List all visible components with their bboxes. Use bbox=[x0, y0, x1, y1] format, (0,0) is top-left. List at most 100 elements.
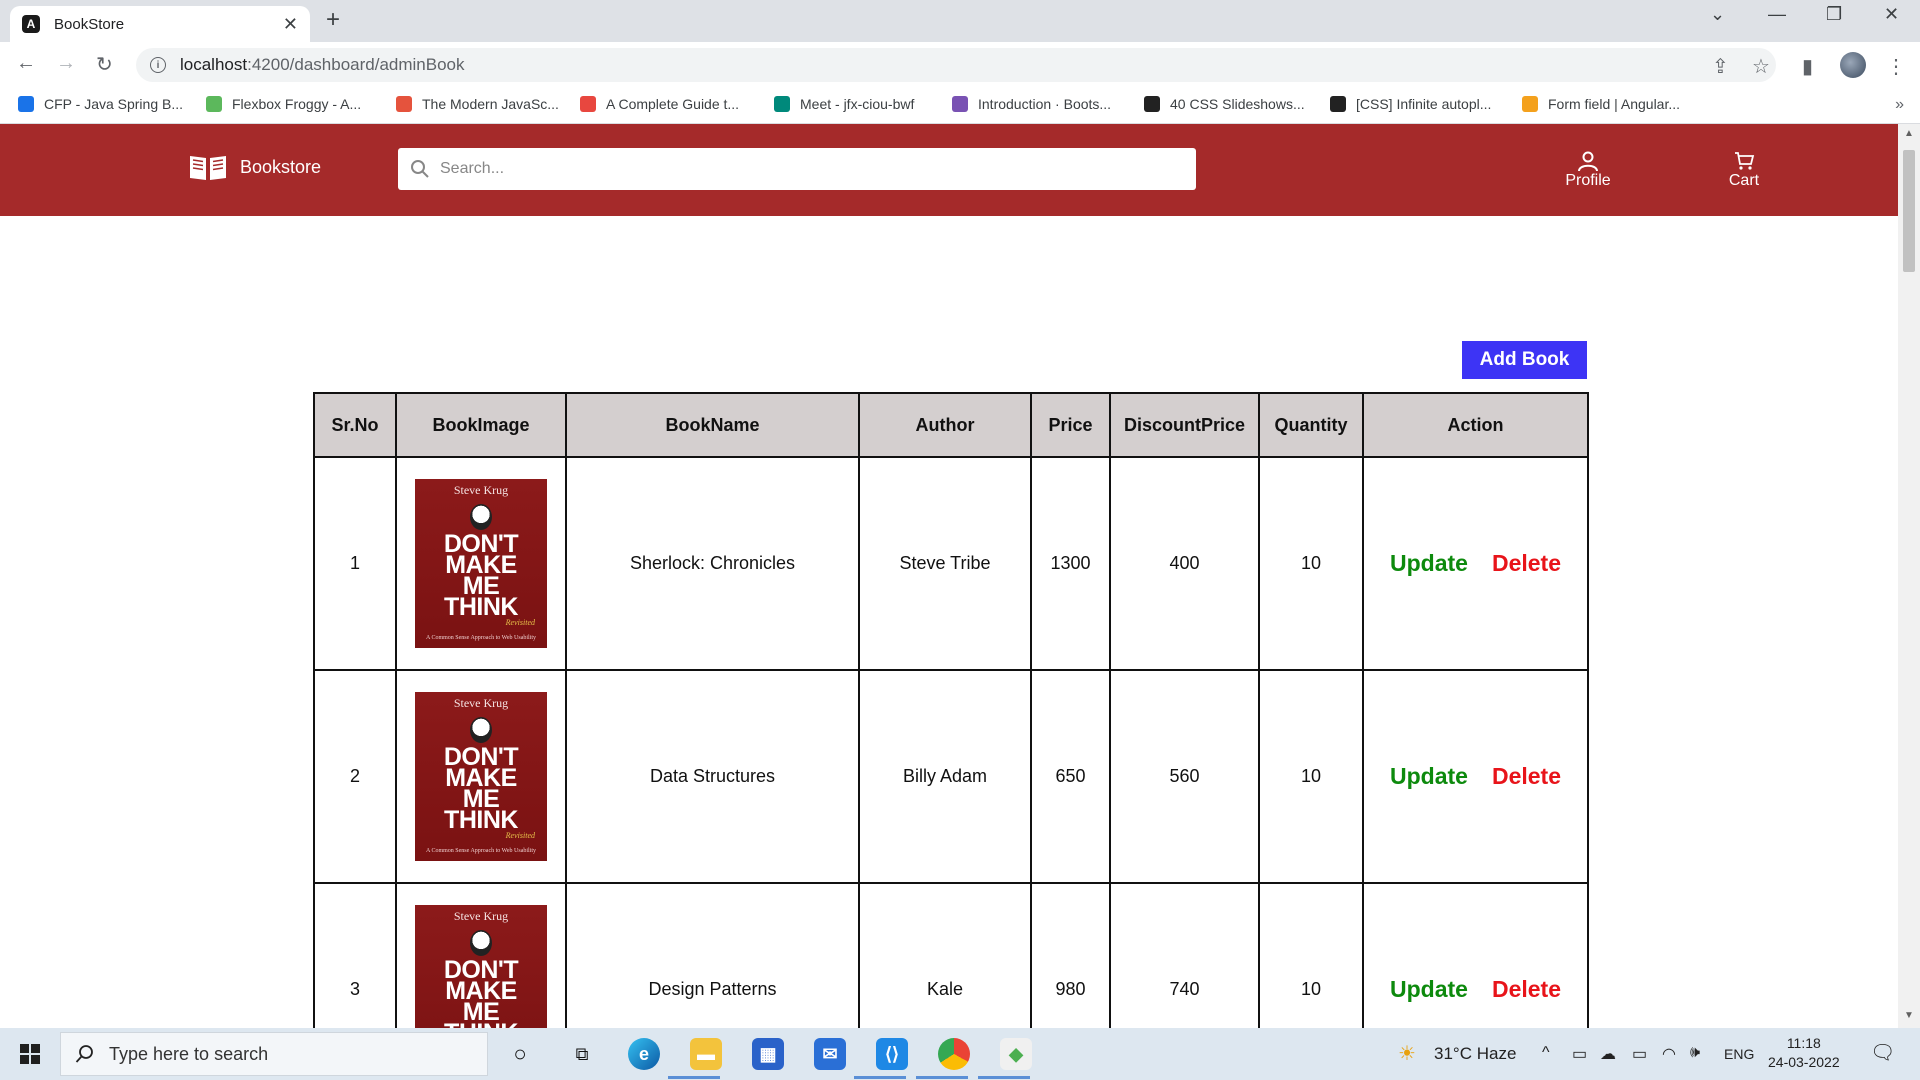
page-scrollbar[interactable]: ▲ ▼ bbox=[1898, 124, 1920, 1028]
app-header: Bookstore Profile Cart bbox=[0, 124, 1898, 216]
bookmark-item[interactable]: Form field | Angular... bbox=[1522, 96, 1680, 112]
bookmark-item[interactable]: Introduction · Boots... bbox=[952, 96, 1111, 112]
cover-author: Steve Krug bbox=[453, 483, 509, 497]
notifications-icon[interactable]: 🗨 bbox=[1870, 1040, 1895, 1065]
cover-footer: A Common Sense Approach to Web Usability bbox=[425, 635, 537, 641]
sr-no-cell: 2 bbox=[313, 669, 397, 884]
person-icon bbox=[1578, 151, 1598, 172]
address-bar[interactable]: i localhost:4200/dashboard/adminBook bbox=[136, 48, 1776, 82]
show-hidden-icons[interactable]: ^ bbox=[1542, 1044, 1550, 1062]
wifi-icon[interactable]: ◠ bbox=[1662, 1044, 1676, 1064]
side-panel-icon[interactable]: ▮ bbox=[1802, 54, 1813, 79]
bookmark-item[interactable]: The Modern JavaSc... bbox=[396, 96, 559, 112]
forward-icon[interactable]: → bbox=[56, 52, 76, 75]
books-table: Sr.No BookImage BookName Author Price Discoun… bbox=[313, 392, 1589, 1080]
profile-avatar[interactable] bbox=[1840, 52, 1866, 78]
chrome-icon[interactable] bbox=[938, 1038, 970, 1070]
scroll-up-icon[interactable]: ▲ bbox=[1904, 128, 1914, 139]
open-book-icon bbox=[190, 156, 226, 180]
search-input[interactable] bbox=[440, 160, 1180, 178]
back-icon[interactable]: ← bbox=[16, 52, 36, 75]
taskbar-search[interactable]: Type here to search bbox=[60, 1032, 488, 1076]
bookmark-star-icon[interactable]: ☆ bbox=[1752, 54, 1770, 79]
column-header: BookName bbox=[565, 392, 860, 458]
browser-tab-bar: A BookStore ✕ + ⌄ — ❐ ✕ bbox=[0, 0, 1920, 42]
language-indicator[interactable]: ENG bbox=[1724, 1046, 1754, 1062]
bootstrap-icon bbox=[952, 96, 968, 112]
cortana-icon[interactable]: ○ bbox=[504, 1038, 536, 1070]
minimize-icon[interactable]: — bbox=[1768, 4, 1786, 25]
store-icon[interactable]: ▦ bbox=[752, 1038, 784, 1070]
profile-label: Profile bbox=[1565, 172, 1611, 189]
delete-button[interactable]: Delete bbox=[1492, 976, 1561, 1003]
bookmark-label: Introduction · Boots... bbox=[978, 96, 1112, 112]
close-window-icon[interactable]: ✕ bbox=[1884, 4, 1899, 25]
windows-start-icon[interactable] bbox=[20, 1044, 40, 1064]
tab-bookstore[interactable]: A BookStore ✕ bbox=[10, 6, 310, 42]
profile-button[interactable]: Profile bbox=[1558, 150, 1618, 190]
book-name-cell: Data Structures bbox=[565, 669, 860, 884]
cover-subtitle: Revisited bbox=[505, 618, 535, 627]
add-book-button[interactable]: Add Book bbox=[1462, 341, 1587, 379]
cover-illustration bbox=[470, 930, 492, 956]
column-header: Quantity bbox=[1258, 392, 1364, 458]
bookmark-label: 40 CSS Slideshows... bbox=[1170, 96, 1305, 112]
clock[interactable]: 11:18 24-03-2022 bbox=[1768, 1034, 1840, 1072]
chrome-menu-icon[interactable]: ⋮ bbox=[1886, 54, 1906, 79]
brand-name: Bookstore bbox=[240, 156, 322, 177]
update-button[interactable]: Update bbox=[1390, 763, 1468, 790]
bookmark-item[interactable]: A Complete Guide t... bbox=[580, 96, 739, 112]
bookmark-item[interactable]: Flexbox Froggy - A... bbox=[206, 96, 361, 112]
site-info-icon[interactable]: i bbox=[150, 57, 166, 73]
volume-icon[interactable]: 🕪 bbox=[1690, 1044, 1700, 1062]
vscode-icon[interactable]: ⟨⟩ bbox=[876, 1038, 908, 1070]
more-bookmarks-icon[interactable]: » bbox=[1895, 96, 1904, 114]
onedrive-icon[interactable]: ☁ bbox=[1600, 1044, 1616, 1064]
git-client-icon[interactable]: ◆ bbox=[1000, 1038, 1032, 1070]
book-name-cell: Sherlock: Chronicles bbox=[565, 456, 860, 671]
table-row: 2 Steve Krug DON'T MAKE ME THINK Revisited A Co… bbox=[313, 669, 1589, 884]
reload-icon[interactable]: ↻ bbox=[96, 52, 113, 77]
delete-button[interactable]: Delete bbox=[1492, 763, 1561, 790]
update-button[interactable]: Update bbox=[1390, 976, 1468, 1003]
column-header: Price bbox=[1030, 392, 1111, 458]
bookmark-item[interactable]: [CSS] Infinite autopl... bbox=[1330, 96, 1491, 112]
meet-icon bbox=[774, 96, 790, 112]
bookmark-item[interactable]: CFP - Java Spring B... bbox=[18, 96, 183, 112]
new-tab-icon[interactable]: + bbox=[326, 6, 340, 34]
bookmark-label: The Modern JavaSc... bbox=[422, 96, 559, 112]
active-indicator bbox=[668, 1076, 720, 1079]
close-tab-icon[interactable]: ✕ bbox=[283, 14, 298, 35]
delete-button[interactable]: Delete bbox=[1492, 550, 1561, 577]
browser-toolbar: ← → ↻ i localhost:4200/dashboard/adminBo… bbox=[0, 42, 1920, 88]
cart-button[interactable]: Cart bbox=[1714, 150, 1774, 190]
scroll-thumb[interactable] bbox=[1903, 150, 1915, 272]
scroll-down-icon[interactable]: ▼ bbox=[1904, 1010, 1914, 1021]
task-view-icon[interactable]: ⧉ bbox=[566, 1038, 598, 1070]
search-icon bbox=[411, 160, 429, 178]
author-cell: Billy Adam bbox=[858, 669, 1032, 884]
action-cell: Update Delete bbox=[1362, 669, 1589, 884]
battery-icon[interactable]: ▭ bbox=[1632, 1044, 1647, 1064]
mail-icon[interactable]: ✉ bbox=[814, 1038, 846, 1070]
weather-sun-icon[interactable]: ☀ bbox=[1398, 1041, 1416, 1066]
price-cell: 1300 bbox=[1030, 456, 1111, 671]
angular-favicon-icon: A bbox=[22, 15, 40, 33]
bookmark-item[interactable]: 40 CSS Slideshows... bbox=[1144, 96, 1305, 112]
asterisk-icon bbox=[580, 96, 596, 112]
search-bar[interactable] bbox=[398, 148, 1196, 190]
restore-icon[interactable]: ❐ bbox=[1826, 4, 1842, 25]
bookmark-item[interactable]: Meet - jfx-ciou-bwf bbox=[774, 96, 914, 112]
edge-icon[interactable]: e bbox=[628, 1038, 660, 1070]
tab-search-chevron-icon[interactable]: ⌄ bbox=[1710, 4, 1725, 25]
brand[interactable]: Bookstore bbox=[188, 152, 321, 182]
meet-now-icon[interactable]: ▭ bbox=[1572, 1044, 1587, 1064]
action-cell: Update Delete bbox=[1362, 456, 1589, 671]
book-image-cell: Steve Krug DON'TMAKEMETHINKRevisited A Com… bbox=[395, 456, 567, 671]
weather-text[interactable]: 31°C Haze bbox=[1434, 1044, 1516, 1064]
file-explorer-icon[interactable]: ▬ bbox=[690, 1038, 722, 1070]
update-button[interactable]: Update bbox=[1390, 550, 1468, 577]
share-icon[interactable]: ⇪ bbox=[1712, 54, 1729, 79]
quantity-cell: 10 bbox=[1258, 456, 1364, 671]
bookmarks-bar: » CFP - Java Spring B... Flexbox Froggy -… bbox=[0, 88, 1920, 124]
